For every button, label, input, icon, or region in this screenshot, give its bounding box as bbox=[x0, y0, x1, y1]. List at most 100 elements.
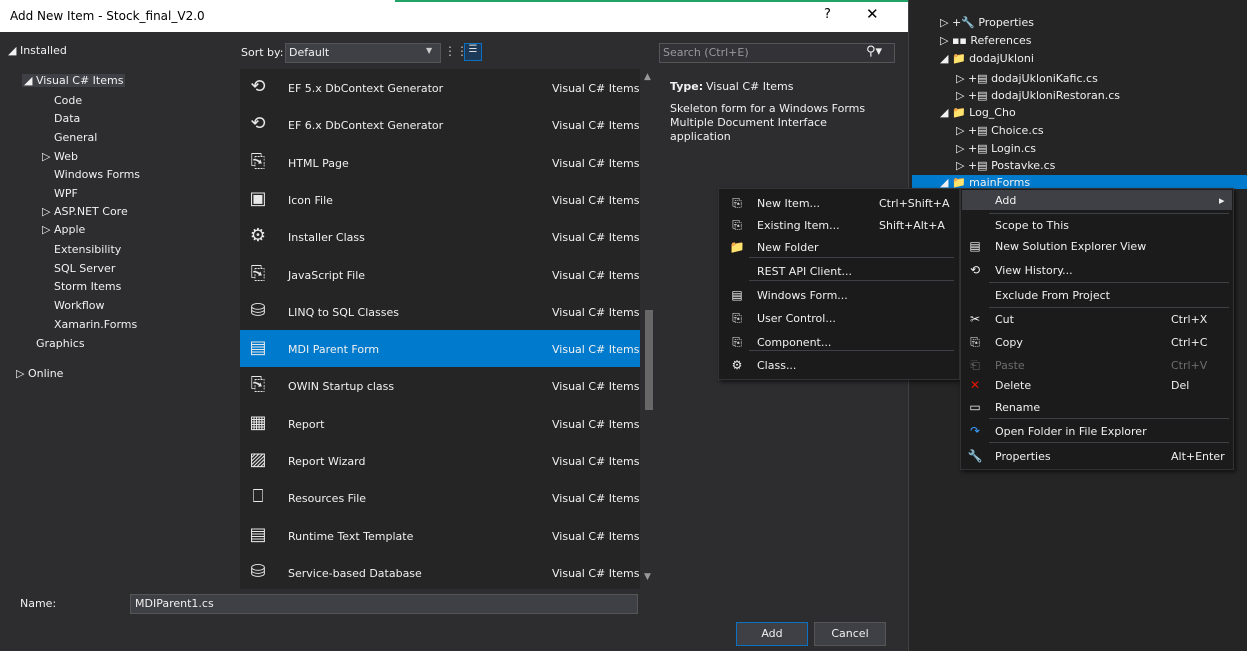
submenu-item[interactable]: REST API Client... bbox=[757, 265, 852, 278]
template-row[interactable]: ▨ Report Wizard Visual C# Items bbox=[240, 442, 640, 479]
tree-item[interactable]: ▷ Web bbox=[42, 150, 78, 163]
template-type: Visual C# Items bbox=[552, 305, 640, 319]
solution-node[interactable]: ▷ +▤ dodajUkloniKafic.cs bbox=[956, 72, 1098, 85]
template-type: Visual C# Items bbox=[552, 492, 640, 506]
menu-separator bbox=[749, 280, 954, 281]
template-type: Visual C# Items bbox=[552, 529, 640, 543]
sort-by-select[interactable]: Default ▼ bbox=[285, 43, 441, 63]
template-icon: ⎕ bbox=[252, 486, 264, 508]
template-row[interactable]: ⛁ LINQ to SQL Classes Visual C# Items bbox=[240, 293, 640, 330]
template-name: HTML Page bbox=[288, 156, 349, 170]
grid-view-icon[interactable]: ⋮⋮ bbox=[444, 44, 468, 60]
installed-header[interactable]: ◢ Installed bbox=[8, 44, 67, 57]
menu-separator bbox=[989, 307, 1229, 308]
cancel-button[interactable]: Cancel bbox=[814, 622, 886, 646]
submenu-item[interactable]: User Control... bbox=[757, 312, 836, 325]
tree-item[interactable]: Windows Forms bbox=[54, 168, 140, 181]
template-type: Visual C# Items bbox=[552, 231, 640, 245]
name-input[interactable]: MDIParent1.cs bbox=[130, 594, 638, 614]
template-name: Installer Class bbox=[288, 231, 365, 245]
context-menu-item[interactable]: Scope to This bbox=[995, 219, 1069, 232]
context-menu-item[interactable]: Copy bbox=[995, 336, 1023, 349]
tree-item[interactable]: Extensibility bbox=[54, 243, 121, 256]
tree-item[interactable]: ▷ Apple bbox=[42, 223, 85, 236]
menu-item-icon: ⎘ bbox=[732, 335, 742, 349]
tree-item[interactable]: Code bbox=[54, 94, 82, 107]
search-input[interactable]: Search (Ctrl+E) ⚲▾ bbox=[659, 43, 895, 63]
tree-item[interactable]: WPF bbox=[54, 187, 78, 200]
template-row[interactable]: ▦ Report Visual C# Items bbox=[240, 405, 640, 442]
template-type: Visual C# Items bbox=[552, 417, 640, 431]
template-row[interactable]: ⟲ EF 5.x DbContext Generator Visual C# Ite… bbox=[240, 69, 640, 106]
tree-item[interactable]: SQL Server bbox=[54, 262, 115, 275]
submenu-item[interactable]: Existing Item... bbox=[757, 219, 840, 232]
submenu-item[interactable]: Class... bbox=[757, 359, 796, 372]
template-row[interactable]: ▤ MDI Parent Form Visual C# Items bbox=[240, 330, 640, 368]
help-button[interactable]: ? bbox=[824, 7, 831, 22]
template-row[interactable]: ⎕ Resources File Visual C# Items bbox=[240, 479, 640, 516]
solution-node[interactable]: ▷ ▪▪ References bbox=[940, 34, 1032, 47]
context-menu-item[interactable]: Cut bbox=[995, 313, 1014, 326]
context-menu-item[interactable]: Delete bbox=[995, 379, 1031, 392]
template-row[interactable]: ⟲ EF 6.x DbContext Generator Visual C# Ite… bbox=[240, 106, 640, 143]
submenu-item[interactable]: Component... bbox=[757, 336, 831, 349]
menu-item-icon: ▤ bbox=[731, 288, 743, 302]
solution-node[interactable]: ▷ +▤ Postavke.cs bbox=[956, 159, 1055, 172]
tree-item[interactable]: ◢ Visual C# Items bbox=[22, 74, 126, 87]
context-menu-item[interactable]: New Solution Explorer View bbox=[995, 240, 1146, 253]
sort-by-value: Default bbox=[289, 46, 330, 59]
menu-item-icon: ⎗ bbox=[970, 358, 980, 372]
context-menu-item[interactable]: Properties bbox=[995, 450, 1051, 463]
context-menu-item[interactable]: Add bbox=[995, 194, 1016, 207]
scroll-up-icon[interactable]: ▲ bbox=[644, 72, 651, 82]
tree-item[interactable]: Graphics bbox=[36, 337, 85, 350]
sort-by-label: Sort by: bbox=[241, 46, 284, 59]
context-menu-item[interactable]: Open Folder in File Explorer bbox=[995, 425, 1147, 438]
template-name: Service-based Database bbox=[288, 566, 422, 580]
submenu-item[interactable]: New Item... bbox=[757, 197, 820, 210]
template-name: Resources File bbox=[288, 492, 367, 506]
solution-node[interactable]: ◢ 📁 dodajUkloni bbox=[940, 52, 1034, 65]
tree-item[interactable]: General bbox=[54, 131, 97, 144]
solution-node[interactable]: ◢ 📁 Log_Cho bbox=[940, 106, 1016, 119]
tree-item[interactable]: Data bbox=[54, 112, 80, 125]
tree-item[interactable]: Storm Items bbox=[54, 280, 121, 293]
template-row[interactable]: ⎘ JavaScript File Visual C# Items bbox=[240, 256, 640, 293]
menu-separator bbox=[989, 282, 1229, 283]
tree-item[interactable]: ▷ Online bbox=[16, 367, 63, 380]
solution-node[interactable]: ▷ +▤ dodajUkloniRestoran.cs bbox=[956, 89, 1120, 102]
tree-item[interactable]: Workflow bbox=[54, 299, 105, 312]
search-icon[interactable]: ⚲▾ bbox=[866, 44, 882, 59]
submenu-item[interactable]: New Folder bbox=[757, 241, 818, 254]
add-button[interactable]: Add bbox=[736, 622, 808, 646]
list-view-icon[interactable]: ☰ bbox=[464, 43, 482, 61]
template-row[interactable]: ⎘ OWIN Startup class Visual C# Items bbox=[240, 367, 640, 404]
context-menu-item[interactable]: View History... bbox=[995, 264, 1073, 277]
submenu-item[interactable]: Windows Form... bbox=[757, 289, 848, 302]
context-menu-shortcut: Alt+Enter bbox=[1171, 450, 1225, 463]
solution-node[interactable]: ▷ +🔧 Properties bbox=[940, 16, 1034, 29]
close-button[interactable]: ✕ bbox=[866, 5, 879, 23]
context-menu-item[interactable]: Rename bbox=[995, 401, 1040, 414]
solution-node[interactable]: ▷ +▤ Choice.cs bbox=[956, 124, 1044, 137]
template-row[interactable]: ▤ Runtime Text Template Visual C# Items bbox=[240, 517, 640, 554]
tree-item[interactable]: ▷ ASP.NET Core bbox=[42, 205, 128, 218]
context-menu-item[interactable]: Exclude From Project bbox=[995, 289, 1110, 302]
menu-separator bbox=[749, 350, 954, 351]
context-menu-shortcut: Ctrl+C bbox=[1171, 336, 1208, 349]
template-icon: ▤ bbox=[249, 523, 267, 545]
scroll-thumb[interactable] bbox=[645, 310, 653, 410]
template-type: Visual C# Items bbox=[552, 119, 640, 133]
tree-item[interactable]: Xamarin.Forms bbox=[54, 318, 137, 331]
item-description: Skeleton form for a Windows Forms Multip… bbox=[670, 102, 866, 143]
solution-node[interactable]: ▷ +▤ Login.cs bbox=[956, 142, 1036, 155]
template-row[interactable]: ▣ Icon File Visual C# Items bbox=[240, 181, 640, 218]
context-menu-shortcut: Ctrl+X bbox=[1171, 313, 1208, 326]
template-row[interactable]: ⎘ HTML Page Visual C# Items bbox=[240, 144, 640, 181]
search-placeholder: Search (Ctrl+E) bbox=[663, 46, 749, 59]
template-row[interactable]: ⚙ Installer Class Visual C# Items bbox=[240, 218, 640, 255]
template-row[interactable]: ⛁ Service-based Database Visual C# Items bbox=[240, 554, 640, 591]
template-icon: ⛁ bbox=[250, 299, 266, 321]
template-name: Report Wizard bbox=[288, 455, 366, 468]
scroll-down-icon[interactable]: ▼ bbox=[644, 572, 651, 582]
